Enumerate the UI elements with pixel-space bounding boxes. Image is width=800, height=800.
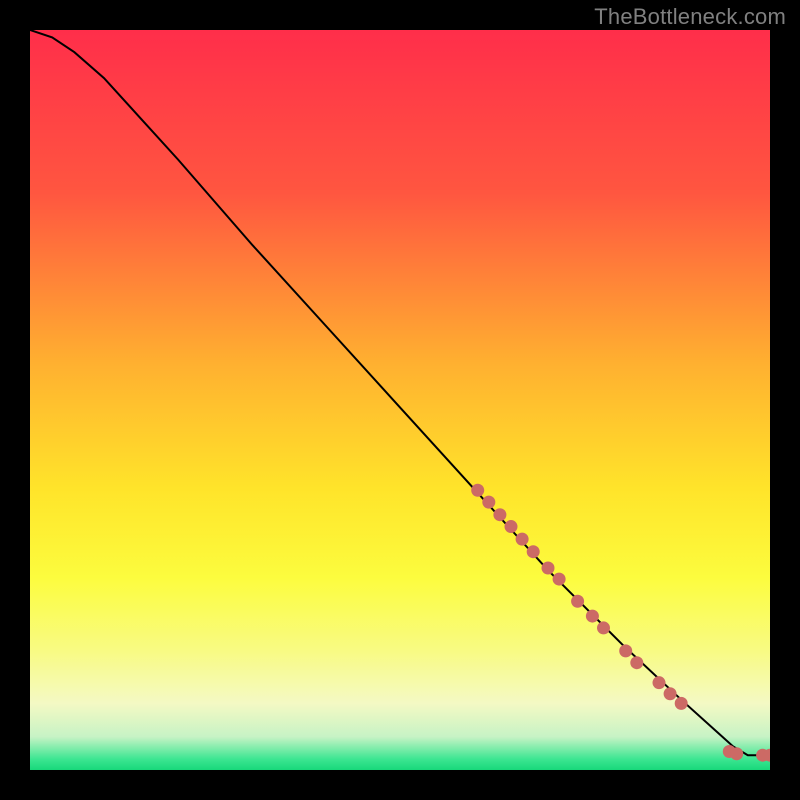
marker-seg-7 (553, 573, 566, 586)
chart-svg (30, 30, 770, 770)
marker-seg-8 (571, 595, 584, 608)
marker-seg-15 (675, 697, 688, 710)
marker-seg-13 (653, 676, 666, 689)
marker-seg-4 (516, 533, 529, 546)
gradient-background (30, 30, 770, 770)
marker-tail-1 (730, 747, 743, 760)
marker-seg-11 (619, 644, 632, 657)
marker-seg-10 (597, 621, 610, 634)
watermark-text: TheBottleneck.com (594, 4, 786, 30)
marker-seg-2 (493, 508, 506, 521)
marker-seg-6 (542, 561, 555, 574)
marker-seg-9 (586, 610, 599, 623)
marker-seg-5 (527, 545, 540, 558)
marker-seg-1 (482, 496, 495, 509)
marker-seg-0 (471, 484, 484, 497)
chart-frame: TheBottleneck.com (0, 0, 800, 800)
plot-area (30, 30, 770, 770)
marker-seg-14 (664, 687, 677, 700)
marker-seg-3 (505, 520, 518, 533)
marker-seg-12 (630, 656, 643, 669)
